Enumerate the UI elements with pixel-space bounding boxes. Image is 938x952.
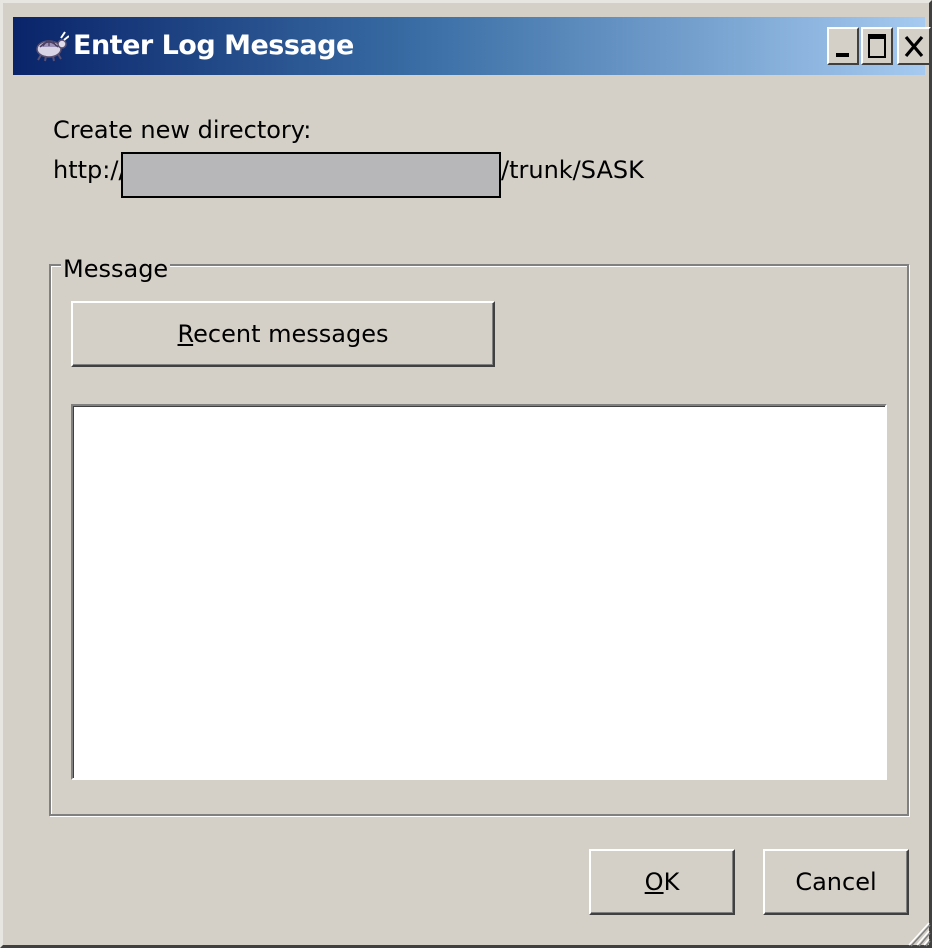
- log-message-textarea[interactable]: [71, 404, 887, 780]
- minimize-button[interactable]: [827, 27, 859, 65]
- close-icon: [904, 35, 924, 58]
- title-bar[interactable]: Enter Log Message: [13, 17, 931, 75]
- redaction-box: [121, 152, 501, 198]
- ok-button[interactable]: OK: [589, 849, 735, 915]
- window-title: Enter Log Message: [73, 30, 354, 61]
- recent-messages-label: ecent messages: [193, 320, 389, 348]
- recent-messages-mnemonic: R: [177, 320, 194, 348]
- recent-messages-button[interactable]: Recent messages: [71, 301, 495, 367]
- enter-log-message-dialog: Enter Log Message Create new directory: …: [0, 0, 932, 948]
- close-button[interactable]: [897, 27, 931, 65]
- create-directory-label: Create new directory:: [53, 116, 312, 144]
- resize-grip-icon[interactable]: [903, 917, 931, 947]
- minimize-icon: [836, 53, 849, 57]
- ok-label: K: [663, 868, 680, 896]
- message-group-label: Message: [61, 255, 171, 283]
- tortoise-svn-icon: [36, 31, 69, 62]
- ok-mnemonic: O: [644, 868, 664, 896]
- url-suffix-text: /trunk/SASK: [501, 156, 644, 184]
- cancel-button[interactable]: Cancel: [763, 849, 909, 915]
- maximize-icon: [868, 34, 886, 58]
- maximize-button[interactable]: [861, 27, 893, 65]
